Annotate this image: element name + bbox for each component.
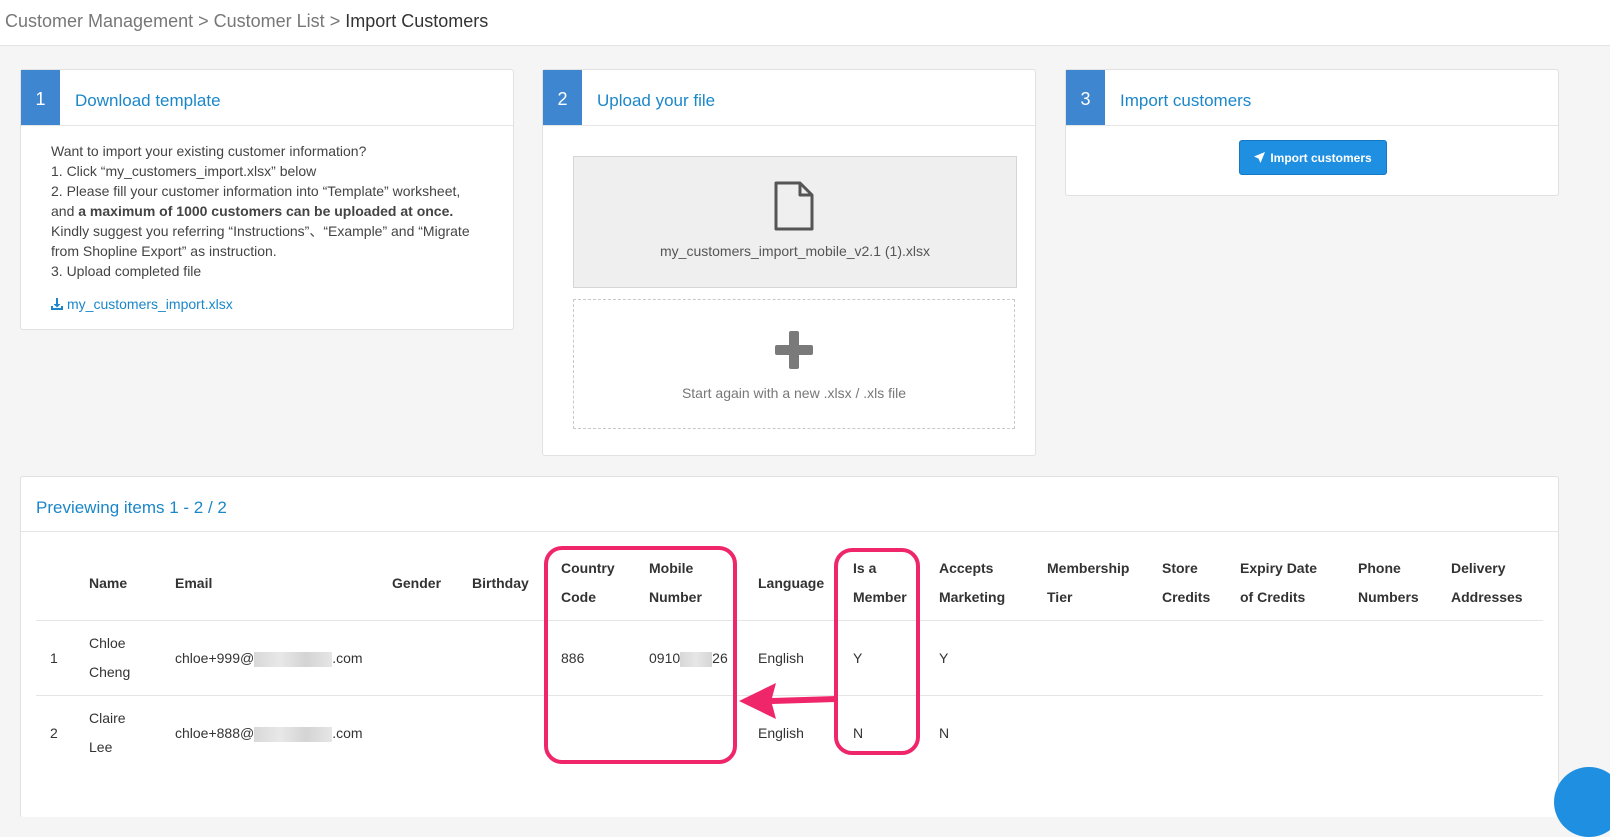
top-bar: Customer Management > Customer List > Im… [0, 0, 1610, 46]
column-header-email: Email [175, 575, 213, 591]
instruction-line: 1. Click “my_customers_import.xlsx” belo… [51, 163, 317, 179]
column-header-membership-tier: Membership Tier [1047, 554, 1129, 612]
download-link-label: my_customers_import.xlsx [67, 296, 233, 312]
step-title: Download template [75, 91, 221, 110]
header-line: Expiry Date [1240, 560, 1318, 576]
upload-file-panel: 2 Upload your file my_customers_import_m… [542, 69, 1036, 456]
header-line: Tier [1047, 589, 1073, 605]
download-template-link[interactable]: my_customers_import.xlsx [51, 296, 233, 312]
customer-name: Claire Lee [89, 704, 126, 762]
header-line: Marketing [939, 589, 1006, 605]
annotation-arrow [739, 683, 836, 719]
column-header-delivery-addresses: Delivery Addresses [1451, 554, 1523, 612]
email-prefix: chloe+999@ [175, 650, 255, 666]
row-index: 1 [50, 650, 58, 666]
customer-email: chloe+888@ .com [175, 719, 363, 748]
blurred-text [254, 651, 333, 667]
header-line: Delivery [1451, 560, 1506, 576]
uploaded-file-name: my_customers_import_mobile_v2.1 (1).xlsx [660, 243, 930, 259]
breadcrumb-current: Import Customers [345, 11, 489, 31]
step-header: 2 Upload your file [543, 70, 1035, 126]
step-header: 1 Download template [21, 70, 513, 126]
instruction-line: 2. Please fill your customer information… [51, 183, 461, 199]
header-line: Membership [1047, 560, 1130, 576]
column-header-phone-numbers: Phone Numbers [1358, 554, 1419, 612]
header-line: Phone [1358, 560, 1401, 576]
email-suffix: .com [332, 725, 363, 741]
step-title: Upload your file [597, 91, 716, 110]
language: English [758, 650, 804, 666]
breadcrumb-customer-list[interactable]: Customer List [214, 11, 325, 31]
file-icon [774, 181, 814, 231]
instruction-line: Kindly suggest you referring “Instructio… [51, 223, 470, 239]
accepts-marketing: Y [939, 650, 949, 666]
instruction-line: 3. Upload completed file [51, 263, 202, 279]
email-suffix: .com [332, 650, 363, 666]
download-icon [51, 298, 63, 310]
row-index: 2 [50, 725, 58, 741]
column-header-name: Name [89, 575, 128, 591]
name-line: Chloe [89, 635, 126, 651]
and-text: and [51, 203, 79, 219]
column-header-language: Language [758, 575, 825, 591]
name-line: Claire [89, 710, 126, 726]
column-header-birthday: Birthday [472, 575, 529, 591]
column-header-store-credits: Store Credits [1162, 554, 1210, 612]
blurred-text [254, 726, 333, 742]
header-line: Credits [1162, 589, 1211, 605]
breadcrumb-separator: > [198, 11, 209, 31]
import-customers-panel: 3 Import customers Import customers [1065, 69, 1559, 196]
step-header: 3 Import customers [1066, 70, 1558, 126]
rocket-icon [1254, 152, 1266, 163]
instruction-line: and a maximum of 1000 customers can be u… [51, 201, 493, 221]
customer-email: chloe+999@ .com [175, 644, 363, 673]
preview-panel: Previewing items 1 - 2 / 2 Name Email Ge… [20, 476, 1559, 817]
import-customers-button[interactable]: Import customers [1239, 140, 1387, 175]
preview-title: Previewing items 1 - 2 / 2 [36, 498, 227, 517]
row-divider [36, 620, 1543, 621]
breadcrumb-customer-management[interactable]: Customer Management [5, 11, 193, 31]
name-line: Lee [89, 739, 113, 755]
download-template-panel: 1 Download template Want to import your … [20, 69, 514, 330]
header-line: Addresses [1451, 589, 1523, 605]
step-number-badge: 1 [21, 70, 60, 125]
header-line: Numbers [1358, 589, 1419, 605]
step-number-badge: 3 [1066, 70, 1105, 125]
uploaded-file-card[interactable]: my_customers_import_mobile_v2.1 (1).xlsx [573, 156, 1017, 288]
header-line: Store [1162, 560, 1198, 576]
import-button-label: Import customers [1270, 150, 1372, 165]
header-line: Accepts [939, 560, 994, 576]
instructions-text: Want to import your existing customer in… [51, 141, 493, 281]
column-header-gender: Gender [392, 575, 442, 591]
divider [21, 531, 1558, 532]
customer-name: Chloe Cheng [89, 629, 130, 687]
step-number-badge: 2 [543, 70, 582, 125]
breadcrumb: Customer Management > Customer List > Im… [5, 11, 488, 32]
accepts-marketing: N [939, 725, 950, 741]
max-customers-note: a maximum of 1000 customers can be uploa… [78, 203, 454, 219]
drop-zone-text: Start again with a new .xlsx / .xls file [681, 385, 907, 401]
breadcrumb-separator: > [329, 11, 341, 31]
highlight-box-is-member [834, 548, 920, 755]
header-line: of Credits [1240, 589, 1306, 605]
chat-widget-button[interactable] [1554, 767, 1610, 837]
language: English [758, 725, 804, 741]
step-title: Import customers [1120, 91, 1252, 110]
column-header-accepts-marketing: Accepts Marketing [939, 554, 1005, 612]
email-prefix: chloe+888@ [175, 725, 255, 741]
instruction-line: from Shopline Export” as instruction. [51, 243, 277, 259]
file-drop-zone[interactable]: Start again with a new .xlsx / .xls file [573, 299, 1015, 429]
instruction-line: Want to import your existing customer in… [51, 143, 367, 159]
column-header-expiry-date: Expiry Date of Credits [1240, 554, 1317, 612]
name-line: Cheng [89, 664, 131, 680]
highlight-box-country-mobile [544, 546, 737, 764]
plus-icon [775, 331, 813, 369]
